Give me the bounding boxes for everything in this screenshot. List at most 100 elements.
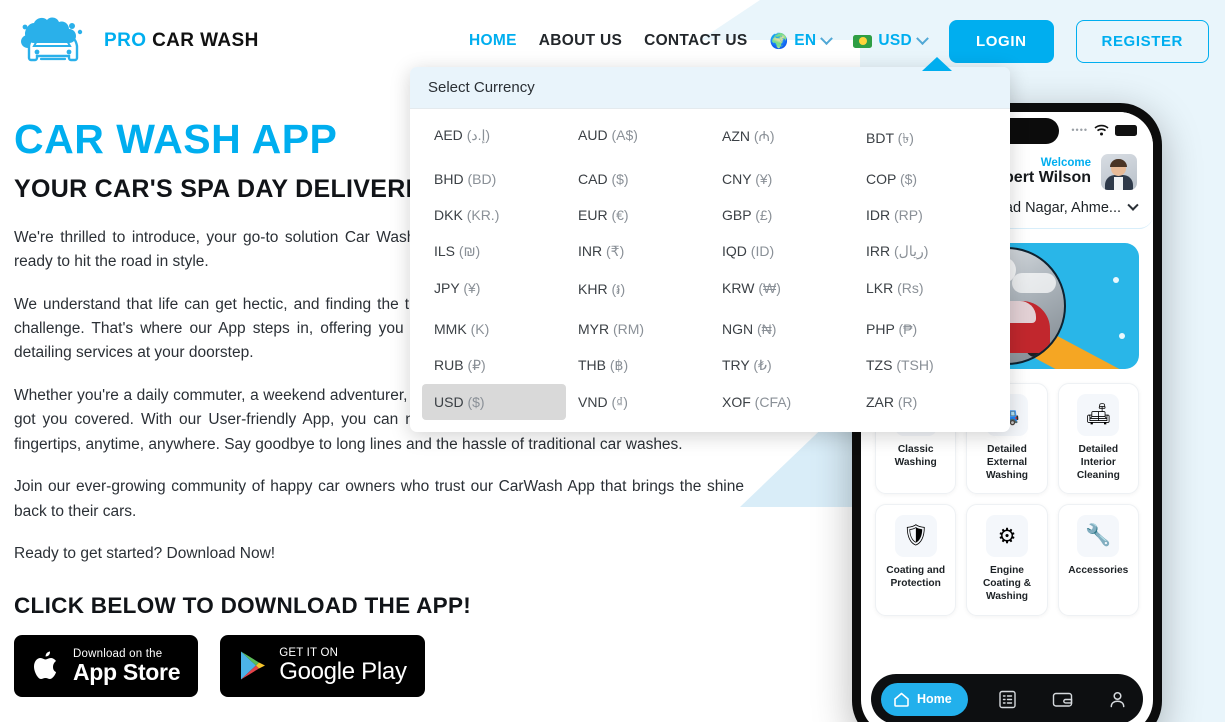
currency-option-iqd[interactable]: IQD (ID) — [710, 233, 854, 270]
currency-option-symbol: (៛) — [611, 281, 626, 297]
list-orders-icon — [999, 690, 1017, 708]
currency-option-cny[interactable]: CNY (¥) — [710, 161, 854, 197]
currency-option-cop[interactable]: COP ($) — [854, 161, 998, 197]
service-card[interactable]: 🔧 Accessories — [1057, 504, 1139, 616]
nav-link-home[interactable]: HOME — [469, 32, 517, 50]
currency-option-code: PHP — [866, 321, 899, 337]
service-card-label: Detailed Interior Cleaning — [1076, 444, 1120, 481]
chevron-down-icon — [1127, 199, 1139, 211]
currency-option-symbol: (¥) — [755, 171, 773, 187]
currency-selector[interactable]: USD — [853, 31, 929, 50]
service-card-label: Accessories — [1068, 565, 1129, 577]
signal-dots-icon: •••• — [1071, 125, 1088, 135]
currency-option-code: TRY — [722, 357, 754, 373]
currency-option-eur[interactable]: EUR (€) — [566, 197, 710, 233]
main-navigation: HOME ABOUT US CONTACT US 🌍 EN USD LOGIN … — [469, 19, 1225, 63]
currency-option-xof[interactable]: XOF (CFA) — [710, 384, 854, 420]
currency-option-mmk[interactable]: MMK (K) — [422, 311, 566, 347]
currency-option-azn[interactable]: AZN (₼) — [710, 117, 854, 161]
chevron-down-icon — [916, 31, 929, 45]
phone-tabbar: Home — [871, 674, 1143, 722]
currency-option-idr[interactable]: IDR (RP) — [854, 197, 998, 233]
currency-option-code: AZN — [722, 128, 754, 144]
page-root: PRO CAR WASH HOME ABOUT US CONTACT US 🌍 … — [0, 0, 1225, 722]
currency-option-code: COP — [866, 171, 900, 187]
currency-option-rub[interactable]: RUB (₽) — [422, 347, 566, 384]
currency-option-symbol: (TSH) — [896, 357, 934, 373]
home-icon — [894, 692, 909, 707]
currency-dropdown-panel: Select Currency AED (إ.د) AUD (A$) AZN (₼)… — [410, 67, 1010, 432]
currency-option-cad[interactable]: CAD ($) — [566, 161, 710, 197]
store-badges: Download on the App Store GET IT ON Goog… — [14, 634, 744, 697]
tab-home[interactable]: Home — [881, 682, 968, 716]
nav-link-about-us[interactable]: ABOUT US — [539, 32, 622, 50]
currency-option-lkr[interactable]: LKR (Rs) — [854, 270, 998, 311]
currency-option-php[interactable]: PHP (₱) — [854, 311, 998, 347]
currency-option-code: DKK — [434, 207, 467, 223]
brand-logo[interactable]: PRO CAR WASH — [14, 15, 259, 67]
currency-option-aed[interactable]: AED (إ.د) — [422, 117, 566, 161]
coating-protection-icon: 🛡 — [894, 515, 937, 558]
language-selector[interactable]: 🌍 EN — [769, 31, 834, 50]
accessories-icon: 🔧 — [1077, 515, 1120, 558]
currency-option-code: RUB — [434, 357, 468, 373]
app-store-button[interactable]: Download on the App Store — [14, 634, 199, 697]
login-button[interactable]: LOGIN — [949, 19, 1054, 63]
currency-option-usd[interactable]: USD ($) — [422, 384, 566, 420]
wallet-icon — [1053, 692, 1073, 707]
engine-coating-icon: ⚙ — [985, 515, 1028, 558]
person-icon — [1111, 691, 1125, 707]
currency-option-code: EUR — [578, 207, 612, 223]
currency-option-inr[interactable]: INR (₹) — [566, 233, 710, 270]
currency-option-myr[interactable]: MYR (RM) — [566, 311, 710, 347]
service-card[interactable]: 🛋 Detailed Interior Cleaning — [1057, 383, 1139, 495]
service-card-label: Coating and Protection — [886, 565, 946, 589]
currency-option-code: IRR — [866, 243, 894, 259]
currency-option-ngn[interactable]: NGN (₦) — [710, 311, 854, 347]
currency-option-gbp[interactable]: GBP (£) — [710, 197, 854, 233]
currency-option-bhd[interactable]: BHD (BD) — [422, 161, 566, 197]
currency-option-thb[interactable]: THB (฿) — [566, 347, 710, 384]
currency-option-code: AED — [434, 127, 467, 143]
currency-option-irr[interactable]: IRR (ریال) — [854, 233, 998, 270]
currency-option-code: BHD — [434, 171, 468, 187]
globe-icon: 🌍 — [769, 32, 789, 50]
currency-option-vnd[interactable]: VND (₫) — [566, 384, 710, 420]
service-card-label: Classic Washing — [894, 444, 937, 468]
currency-option-symbol: (ID) — [750, 243, 775, 259]
currency-option-symbol: (A$) — [611, 127, 638, 143]
currency-option-jpy[interactable]: JPY (¥) — [422, 270, 566, 311]
currency-option-code: IDR — [866, 207, 894, 223]
currency-option-code: TZS — [866, 357, 897, 373]
currency-option-zar[interactable]: ZAR (R) — [854, 384, 998, 420]
register-button[interactable]: REGISTER — [1075, 19, 1209, 63]
currency-option-symbol: (₪) — [458, 243, 481, 259]
currency-option-symbol: (৳) — [897, 130, 914, 146]
currency-option-code: NGN — [722, 321, 757, 337]
currency-option-aud[interactable]: AUD (A$) — [566, 117, 710, 161]
service-card-label: Engine Coating & Washing — [982, 565, 1032, 602]
currency-option-code: BDT — [866, 130, 898, 146]
service-card[interactable]: 🛡 Coating and Protection — [875, 504, 957, 616]
app-store-big-label: App Store — [73, 658, 181, 685]
currency-option-dkk[interactable]: DKK (KR.) — [422, 197, 566, 233]
currency-option-symbol: (₩) — [758, 280, 781, 296]
google-play-icon — [241, 651, 266, 680]
currency-option-krw[interactable]: KRW (₩) — [710, 270, 854, 311]
currency-option-try[interactable]: TRY (₺) — [710, 347, 854, 384]
currency-option-khr[interactable]: KHR (៛) — [566, 270, 710, 311]
tab-orders[interactable] — [993, 690, 1023, 709]
currency-option-symbol: (£) — [755, 207, 773, 223]
currency-option-tzs[interactable]: TZS (TSH) — [854, 347, 998, 384]
google-play-button[interactable]: GET IT ON Google Play — [220, 634, 425, 697]
currency-option-bdt[interactable]: BDT (৳) — [854, 117, 998, 161]
currency-option-ils[interactable]: ILS (₪) — [422, 233, 566, 270]
currency-option-code: AUD — [578, 127, 612, 143]
tab-wallet[interactable] — [1048, 691, 1078, 708]
nav-link-contact-us[interactable]: CONTACT US — [644, 32, 747, 50]
currency-dropdown-caret-icon — [922, 57, 952, 71]
avatar[interactable] — [1101, 154, 1137, 190]
tab-profile[interactable] — [1103, 690, 1133, 709]
currency-option-code: MMK — [434, 321, 471, 337]
service-card[interactable]: ⚙ Engine Coating & Washing — [966, 504, 1048, 616]
